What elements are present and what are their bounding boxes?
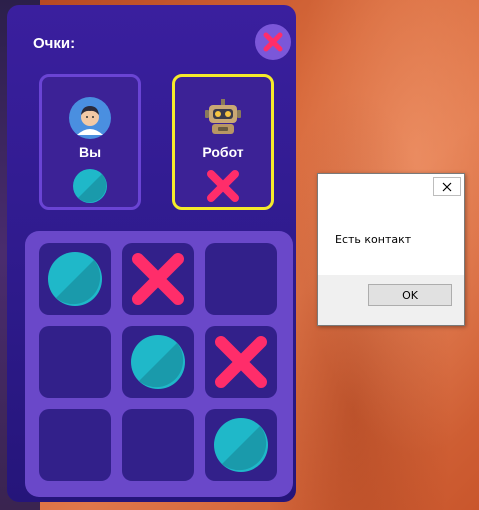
o-mark-icon — [48, 252, 102, 306]
x-mark-icon — [207, 170, 239, 202]
close-button[interactable] — [255, 24, 291, 60]
board-cell-1-0[interactable] — [39, 326, 111, 398]
o-mark-icon — [131, 335, 185, 389]
game-board — [25, 231, 293, 497]
player-name-you: Вы — [78, 144, 102, 160]
o-mark-icon — [73, 169, 107, 203]
game-window: Очки: Вы Робот — [7, 5, 296, 502]
board-cell-0-2[interactable] — [205, 243, 277, 315]
message-dialog: Есть контакт OK — [317, 173, 465, 326]
player-card-you: Вы — [39, 74, 141, 210]
user-avatar-icon — [69, 97, 111, 139]
x-mark-icon — [132, 253, 184, 305]
ok-button[interactable]: OK — [368, 284, 452, 306]
board-cell-0-1[interactable] — [122, 243, 194, 315]
close-x-icon — [263, 32, 283, 52]
dialog-close-button[interactable] — [433, 177, 461, 196]
score-label: Очки: — [33, 35, 76, 52]
close-icon — [442, 182, 452, 191]
robot-avatar-icon — [205, 99, 241, 134]
board-cell-2-1[interactable] — [122, 409, 194, 481]
board-cell-2-2[interactable] — [205, 409, 277, 481]
dialog-body: Есть контакт — [318, 202, 464, 275]
player-name-robot: Робот — [202, 144, 244, 160]
o-mark-icon — [214, 418, 268, 472]
board-cell-1-1[interactable] — [122, 326, 194, 398]
board-cell-2-0[interactable] — [39, 409, 111, 481]
player-card-robot: Робот — [172, 74, 274, 210]
board-cell-0-0[interactable] — [39, 243, 111, 315]
x-mark-icon — [215, 336, 267, 388]
dialog-message: Есть контакт — [335, 233, 412, 246]
board-cell-1-2[interactable] — [205, 326, 277, 398]
dialog-titlebar[interactable] — [318, 174, 464, 203]
